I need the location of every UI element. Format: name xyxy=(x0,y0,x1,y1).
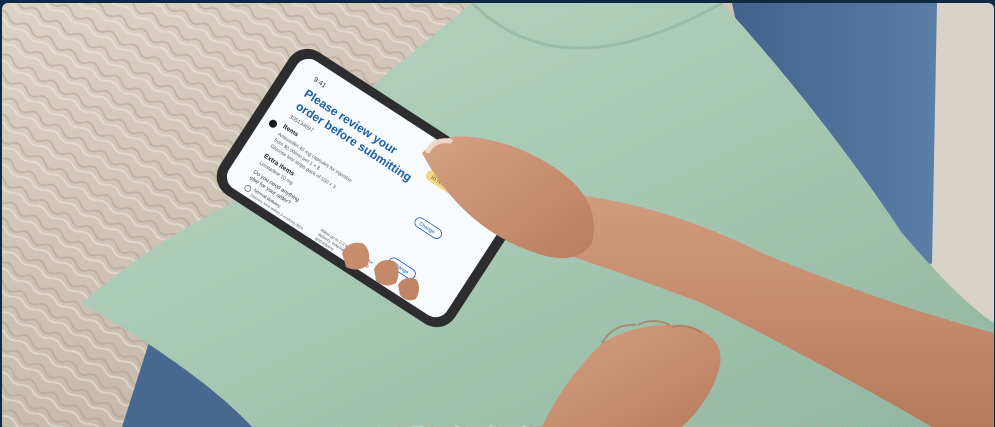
photo-illustration: 9:41 Please review your order before sub… xyxy=(2,3,994,427)
photo: 9:41 Please review your order before sub… xyxy=(2,3,994,427)
finger-2 xyxy=(374,260,399,286)
image-frame: 9:41 Please review your order before sub… xyxy=(0,0,995,427)
